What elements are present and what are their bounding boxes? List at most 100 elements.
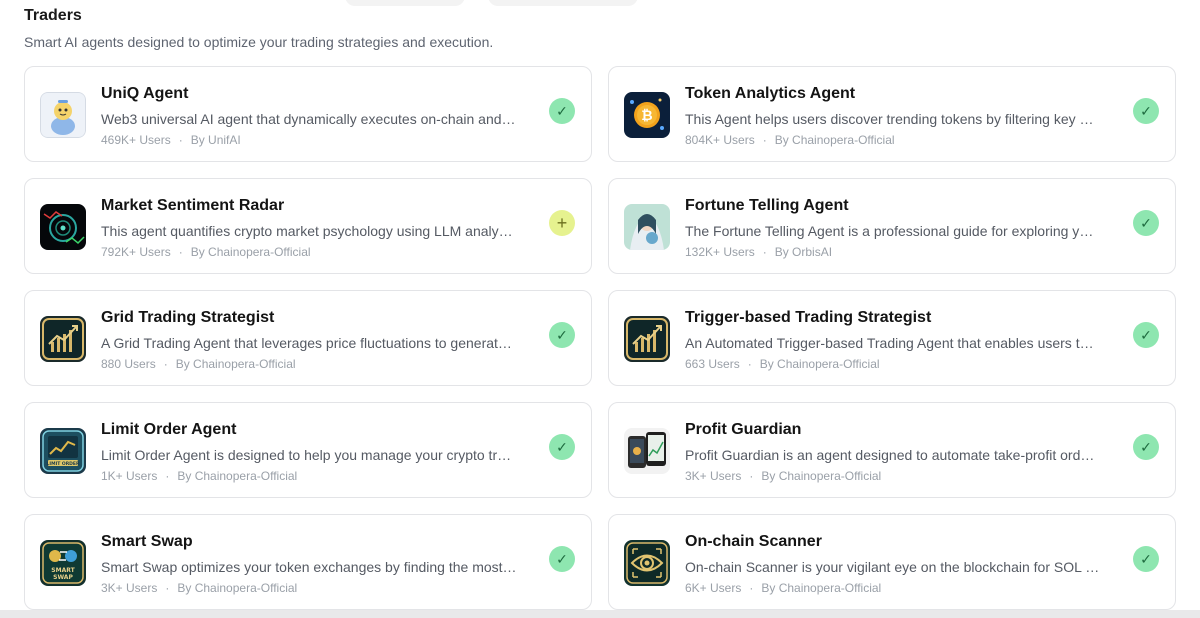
svg-text:LIMIT ORDER: LIMIT ORDER [47,461,80,467]
check-icon: ✓ [556,550,568,567]
agent-description: This Agent helps users discover trending… [685,111,1101,127]
added-check-button[interactable]: ✓ [549,546,575,572]
agent-user-count: 663 Users [685,357,740,371]
agent-grid: UniQ Agent Web3 universal AI agent that d… [24,66,1176,610]
agent-description: Limit Order Agent is designed to help yo… [101,447,517,463]
added-check-button[interactable]: ✓ [1133,210,1159,236]
separator-dot: · [749,581,754,595]
agent-name: Limit Order Agent [101,421,237,438]
check-icon: ✓ [1140,326,1152,343]
agent-description: Profit Guardian is an agent designed to … [685,447,1101,463]
check-icon: ✓ [1140,550,1152,567]
smart-swap-icon: SMART SWAP [40,540,86,586]
agent-meta: 1K+ Users · By Chainopera-Official [101,469,297,483]
separator-dot: · [178,245,183,259]
agent-user-count: 3K+ Users [101,581,158,595]
agent-author: By Chainopera-Official [177,581,298,595]
trading-chart-icon [624,316,670,362]
plus-icon: + [556,212,568,233]
added-check-button[interactable]: ✓ [549,322,575,348]
svg-text:SWAP: SWAP [53,574,73,581]
agent-user-count: 6K+ Users [685,581,742,595]
limit-order-icon: LIMIT ORDER [40,428,86,474]
agent-author: By UnifAI [190,133,241,147]
agent-description: This agent quantifies crypto market psyc… [101,223,517,239]
agent-name: Market Sentiment Radar [101,197,285,214]
agent-card[interactable]: UniQ Agent Web3 universal AI agent that d… [24,66,592,162]
agent-name: Trigger-based Trading Strategist [685,309,932,326]
agent-description: An Automated Trigger-based Trading Agent… [685,335,1101,351]
agent-description: A Grid Trading Agent that leverages pric… [101,335,517,351]
section-title: Traders [24,7,82,24]
agent-name: UniQ Agent [101,85,189,102]
agent-card[interactable]: LIMIT ORDER Limit Order Agent Limit Order… [24,402,592,498]
agent-user-count: 3K+ Users [685,469,742,483]
check-icon: ✓ [1140,102,1152,119]
svg-text:₿: ₿ [641,108,652,124]
agent-card[interactable]: Grid Trading Strategist A Grid Trading Ag… [24,290,592,386]
agent-user-count: 1K+ Users [101,469,158,483]
agent-card[interactable]: Trigger-based Trading Strategist An Autom… [608,290,1176,386]
separator-dot: · [163,357,168,371]
phone-chart-icon [624,428,670,474]
agent-meta: 3K+ Users · By Chainopera-Official [685,469,881,483]
separator-dot: · [749,469,754,483]
agent-author: By Chainopera-Official [759,357,880,371]
agent-user-count: 132K+ Users [685,245,755,259]
uniq-avatar-icon [40,92,86,138]
agent-card[interactable]: ₿ Token Analytics Agent This Agent helps … [608,66,1176,162]
agent-author: By Chainopera-Official [190,245,311,259]
agent-card[interactable]: Profit Guardian Profit Guardian is an age… [608,402,1176,498]
bitcoin-icon: ₿ [624,92,670,138]
agent-user-count: 880 Users [101,357,156,371]
agent-author: By OrbisAI [774,245,833,259]
agent-card[interactable]: SMART SWAP Smart Swap Smart Swap optimizes… [24,514,592,610]
separator-dot: · [762,133,767,147]
agent-user-count: 804K+ Users [685,133,755,147]
agent-card[interactable]: Fortune Telling Agent The Fortune Telling… [608,178,1176,274]
agent-author: By Chainopera-Official [761,581,882,595]
separator-dot: · [165,469,170,483]
agent-author: By Chainopera-Official [761,469,882,483]
svg-text:SMART: SMART [51,567,75,574]
top-tab-remnants [0,0,1200,6]
add-agent-button[interactable]: + [549,210,575,236]
check-icon: ✓ [1140,438,1152,455]
agent-description: Smart Swap optimizes your token exchange… [101,559,517,575]
agent-name: Fortune Telling Agent [685,197,849,214]
agent-name: On-chain Scanner [685,533,822,550]
added-check-button[interactable]: ✓ [549,98,575,124]
agent-card[interactable]: On-chain Scanner On-chain Scanner is your… [608,514,1176,610]
trading-chart-icon [40,316,86,362]
tab-pill[interactable] [345,0,465,6]
agent-meta: 3K+ Users · By Chainopera-Official [101,581,297,595]
scanner-eye-icon [624,540,670,586]
tab-pill[interactable] [488,0,638,6]
section-subtitle: Smart AI agents designed to optimize you… [24,34,494,50]
agent-user-count: 469K+ Users [101,133,171,147]
agent-name: Token Analytics Agent [685,85,856,102]
separator-dot: · [165,581,170,595]
separator-dot: · [762,245,767,259]
agent-description: On-chain Scanner is your vigilant eye on… [685,559,1101,575]
agent-card[interactable]: Market Sentiment Radar This agent quantif… [24,178,592,274]
check-icon: ✓ [556,102,568,119]
agent-meta: 880 Users · By Chainopera-Official [101,357,296,371]
added-check-button[interactable]: ✓ [549,434,575,460]
added-check-button[interactable]: ✓ [1133,434,1159,460]
agent-name: Grid Trading Strategist [101,309,275,326]
agent-meta: 663 Users · By Chainopera-Official [685,357,880,371]
agent-meta: 132K+ Users · By OrbisAI [685,245,832,259]
horizontal-scrollbar[interactable] [0,610,1200,618]
check-icon: ✓ [556,438,568,455]
agent-author: By Chainopera-Official [774,133,895,147]
added-check-button[interactable]: ✓ [1133,546,1159,572]
agent-meta: 469K+ Users · By UnifAI [101,133,241,147]
added-check-button[interactable]: ✓ [1133,322,1159,348]
added-check-button[interactable]: ✓ [1133,98,1159,124]
fortune-teller-icon [624,204,670,250]
agent-author: By Chainopera-Official [175,357,296,371]
agent-description: The Fortune Telling Agent is a professio… [685,223,1101,239]
agent-meta: 6K+ Users · By Chainopera-Official [685,581,881,595]
agent-name: Profit Guardian [685,421,802,438]
